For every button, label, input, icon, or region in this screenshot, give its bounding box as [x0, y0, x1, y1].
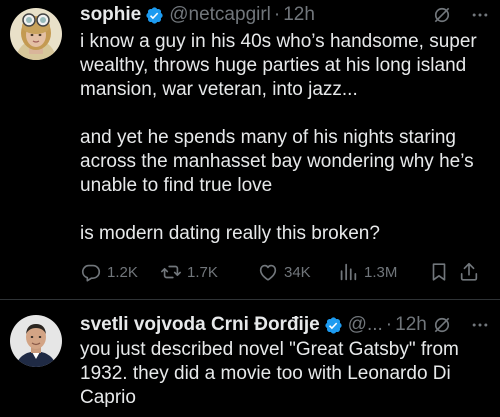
avatar[interactable]: [10, 8, 62, 60]
tweet-paragraph: i know a guy in his 40s who’s handsome, …: [80, 31, 477, 100]
timestamp[interactable]: 12h: [395, 314, 427, 336]
separator-dot: ·: [273, 4, 281, 25]
repost-count: 1.7K: [187, 263, 218, 281]
repost-icon: [161, 265, 181, 279]
avatar-image: [10, 8, 62, 60]
verified-badge-icon: [325, 316, 342, 334]
reply-count: 1.2K: [107, 263, 138, 281]
avatar[interactable]: [10, 315, 62, 367]
more-icon[interactable]: [470, 5, 490, 25]
more-icon[interactable]: [470, 315, 490, 335]
timestamp[interactable]: 12h: [283, 4, 315, 26]
views-icon: [340, 263, 357, 281]
heart-icon: [259, 264, 277, 281]
tweet-text: i know a guy in his 40s who’s handsome, …: [80, 30, 482, 246]
share-icon: [460, 262, 478, 281]
tweet-paragraph: is modern dating really this broken?: [80, 223, 380, 244]
verified-badge-icon: [146, 6, 163, 24]
reply-button[interactable]: 1.2K: [80, 261, 138, 283]
views-button[interactable]: 1.3M: [337, 261, 397, 283]
grok-icon[interactable]: [432, 5, 452, 25]
tweet[interactable]: svetli vojvoda Crni Đorđije @... · 12h y…: [0, 301, 500, 417]
grok-icon[interactable]: [432, 315, 452, 335]
avatar-image: [10, 315, 62, 367]
bookmark-button[interactable]: [428, 261, 450, 283]
handle[interactable]: @...: [348, 314, 383, 336]
bookmark-icon: [432, 263, 446, 281]
tweet-paragraph: and yet he spends many of his nights sta…: [80, 127, 474, 196]
display-name[interactable]: sophie: [80, 4, 141, 26]
tweet-divider: [0, 299, 500, 300]
tweet-paragraph: you just described novel "Great Gatsby" …: [80, 339, 459, 408]
repost-button[interactable]: 1.7K: [160, 261, 218, 283]
like-count: 34K: [284, 263, 311, 281]
separator-dot: ·: [385, 314, 393, 335]
tweet[interactable]: sophie @netcapgirl · 12h i know a guy in…: [0, 0, 500, 300]
tweet-header: sophie @netcapgirl · 12h: [80, 2, 490, 28]
tweet-actions: 1.2K 1.7K 34K 1.3M: [80, 259, 490, 285]
like-button[interactable]: 34K: [257, 261, 311, 283]
display-name[interactable]: svetli vojvoda Crni Đorđije: [80, 314, 320, 336]
reply-icon: [81, 264, 101, 282]
tweet-text: you just described novel "Great Gatsby" …: [80, 338, 482, 410]
tweet-header: svetli vojvoda Crni Đorđije @... · 12h: [80, 312, 490, 338]
view-count: 1.3M: [364, 263, 398, 281]
handle[interactable]: @netcapgirl: [169, 4, 271, 26]
share-button[interactable]: [458, 261, 480, 283]
